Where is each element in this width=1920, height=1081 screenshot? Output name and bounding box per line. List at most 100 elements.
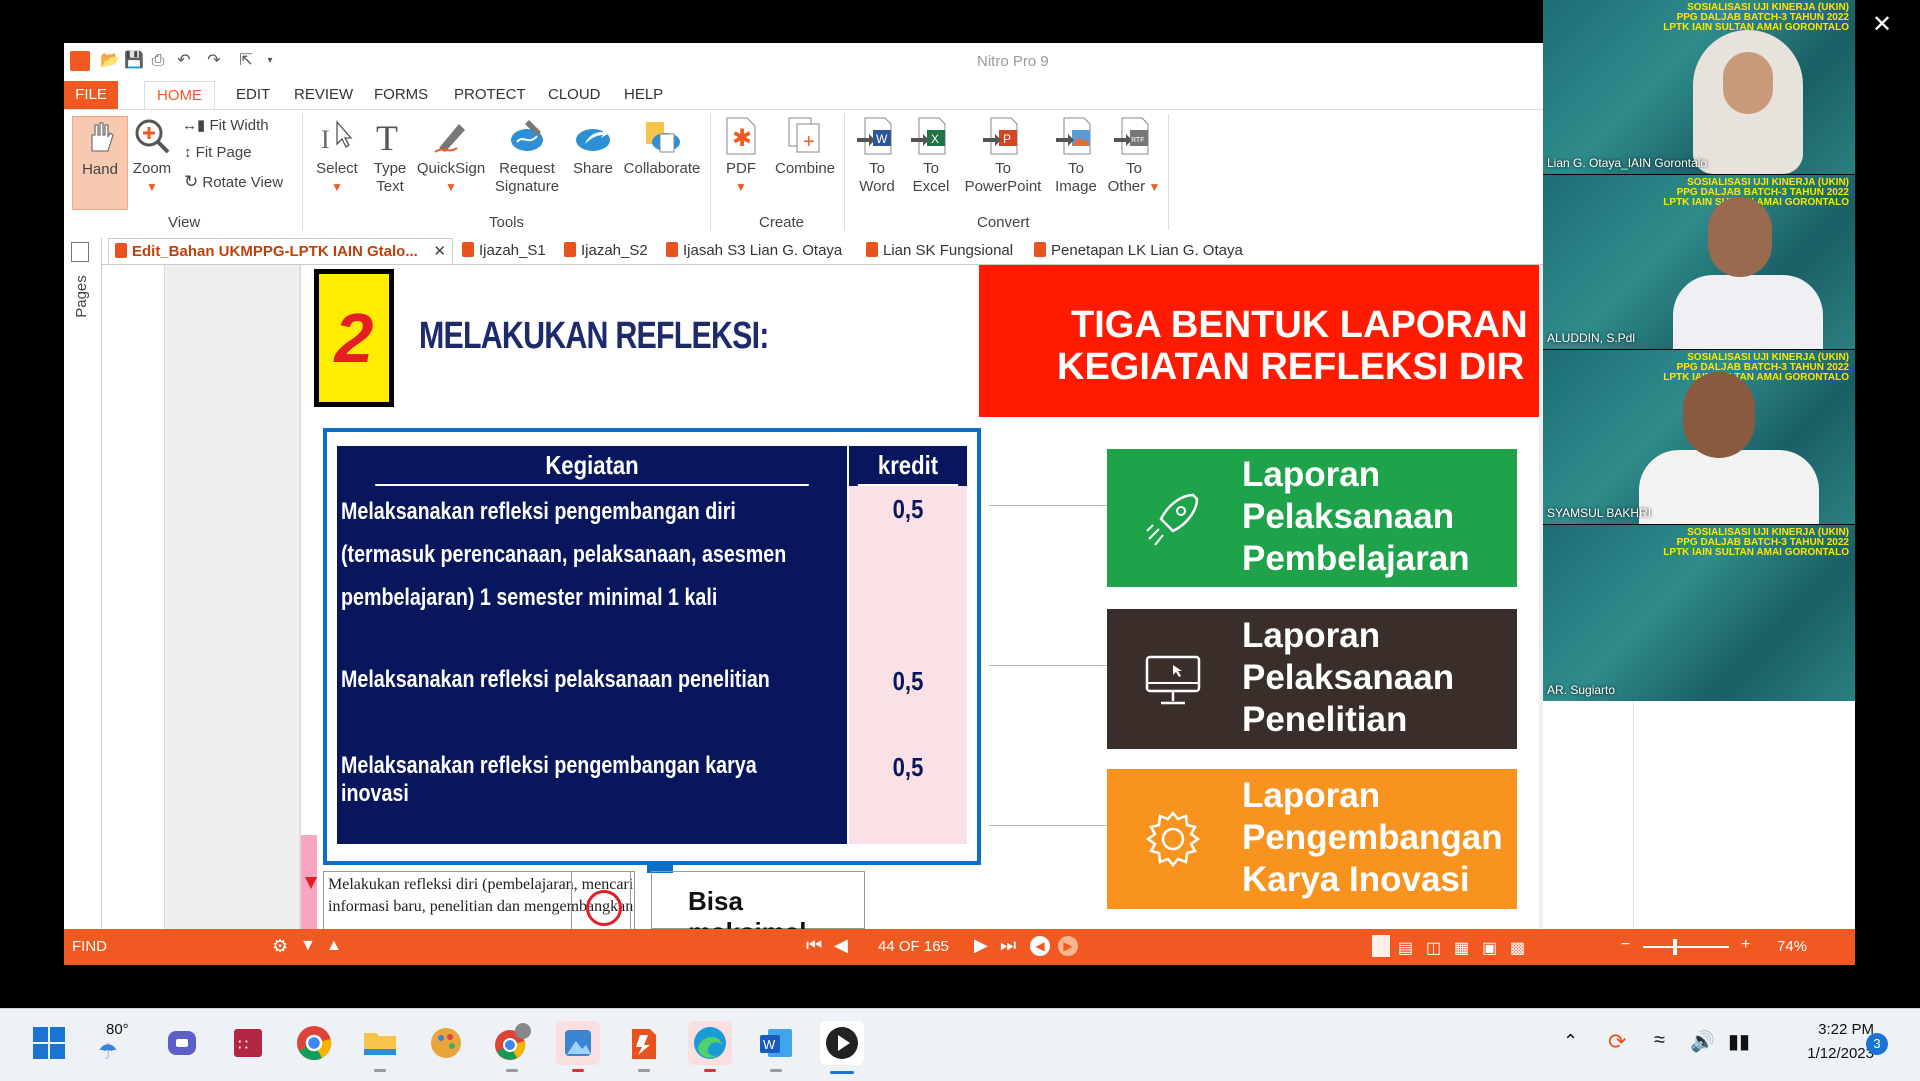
clock-date[interactable]: 1/12/2023	[1776, 1045, 1874, 1062]
first-page-icon[interactable]: ⏮	[806, 935, 822, 956]
word-taskbar-icon[interactable]: W	[754, 1021, 798, 1065]
zoom-level[interactable]: 74%	[1777, 938, 1807, 955]
continuous-view-icon[interactable]: ▤	[1398, 938, 1413, 958]
kredit-table-frame: Kegiatan kredit Melaksanakan refleksi pe…	[323, 428, 981, 865]
facing-view-icon[interactable]: ◫	[1426, 938, 1441, 958]
combine-button[interactable]: + Combine	[770, 116, 840, 178]
hand-button[interactable]: Hand	[72, 116, 128, 210]
to-excel-button[interactable]: X To Excel	[906, 116, 956, 196]
pdf-page[interactable]: 2 MELAKUKAN REFLEKSI: TIGA BENTUK LAPORA…	[299, 265, 1539, 965]
menu-cloud[interactable]: CLOUD	[536, 81, 613, 109]
weather-widget-icon[interactable]: 80° ☂	[92, 1021, 136, 1065]
media-player-icon[interactable]	[820, 1021, 864, 1065]
show-hidden-icons-icon[interactable]: ⌃	[1563, 1031, 1578, 1052]
select-label: Select	[316, 160, 358, 177]
card-3-line-2: Pengembangan	[1242, 818, 1503, 857]
open-folder-icon[interactable]: 📂	[100, 51, 120, 71]
to-powerpoint-button[interactable]: P To PowerPoint	[960, 116, 1046, 196]
zoom-slider-handle[interactable]	[1673, 939, 1677, 955]
notification-badge[interactable]: 3	[1866, 1033, 1888, 1055]
pdf-button[interactable]: ✱ PDF ▼	[718, 116, 764, 196]
facing-continuous-view-icon[interactable]: ▦	[1454, 938, 1469, 958]
previous-page-icon[interactable]: ◀	[834, 935, 848, 956]
sync-icon[interactable]: ⟳	[1608, 1029, 1626, 1055]
video-tile[interactable]: SOSIALISASI UJI KINERJA (UKIN) PPG DALJAB…	[1543, 175, 1855, 349]
video-tile[interactable]: SOSIALISASI UJI KINERJA (UKIN) PPG DALJAB…	[1543, 0, 1855, 174]
edge-browser-icon[interactable]	[688, 1021, 732, 1065]
paint-app-icon[interactable]	[424, 1021, 468, 1065]
menu-review[interactable]: REVIEW	[282, 81, 365, 109]
save-icon[interactable]: 💾	[124, 51, 144, 71]
video-tile[interactable]: SOSIALISASI UJI KINERJA (UKIN) PPG DALJAB…	[1543, 525, 1855, 701]
single-page-view-icon[interactable]	[1372, 935, 1390, 957]
zoom-button[interactable]: Zoom ▼	[130, 116, 174, 196]
last-page-icon[interactable]: ⏭	[1000, 935, 1016, 956]
forward-view-icon[interactable]: ▶	[1058, 936, 1078, 956]
menu-edit[interactable]: EDIT	[224, 81, 282, 109]
next-page-icon[interactable]: ▶	[974, 935, 988, 956]
share-button[interactable]: Share	[568, 116, 618, 178]
print-icon[interactable]: ⎙	[148, 51, 168, 71]
zoom-out-icon[interactable]: −	[1621, 936, 1630, 954]
menu-forms[interactable]: FORMS	[362, 81, 440, 109]
pages-panel-label[interactable]: Pages	[73, 275, 90, 318]
to-word-button[interactable]: W To Word	[852, 116, 902, 196]
doc-tab[interactable]: Ijazah_S2	[564, 242, 648, 259]
select-button[interactable]: I Select ▼	[310, 116, 364, 196]
clock-time[interactable]: 3:22 PM	[1790, 1021, 1874, 1038]
menu-file[interactable]: FILE	[64, 81, 118, 109]
type-text-button[interactable]: T Type Text	[368, 116, 412, 196]
find-previous-icon[interactable]: ▲	[326, 937, 342, 955]
battery-icon[interactable]: ▮▮	[1728, 1029, 1750, 1054]
video-tile[interactable]: SOSIALISASI UJI KINERJA (UKIN) PPG DALJAB…	[1543, 350, 1855, 524]
file-explorer-icon[interactable]	[358, 1021, 402, 1065]
to-other-button[interactable]: RTF To Other ▼	[1106, 116, 1162, 196]
select-tool-icon[interactable]: ⇱	[236, 51, 256, 71]
zoom-slider-track[interactable]	[1643, 946, 1729, 948]
teams-chat-icon[interactable]	[160, 1021, 204, 1065]
page-indicator[interactable]: 44 OF 165	[878, 938, 949, 955]
fit-width-button[interactable]: ↔▮ Fit Width	[182, 116, 269, 134]
svg-text:+: +	[803, 131, 815, 153]
start-menu-icon[interactable]	[27, 1021, 71, 1065]
office-app-icon[interactable]: ∷	[226, 1021, 270, 1065]
fit-page-button[interactable]: ↕ Fit Page	[184, 144, 252, 161]
chrome-profile-icon[interactable]	[490, 1021, 534, 1065]
nitro-logo-icon[interactable]	[70, 51, 90, 71]
doc-tab-active[interactable]: Edit_Bahan UKMPPG-LPTK IAIN Gtalo... ✕	[108, 238, 453, 264]
table-row-3-kegiatan: Melaksanakan refleksi pengembangan karya…	[341, 752, 757, 807]
app-running-indicator	[572, 1069, 584, 1072]
to-image-button[interactable]: To Image	[1048, 116, 1104, 196]
menu-home[interactable]: HOME	[144, 81, 215, 111]
collaborate-button[interactable]: Collaborate	[620, 116, 704, 178]
undo-icon[interactable]: ↶	[174, 51, 194, 71]
zoom-in-icon[interactable]: +	[1741, 936, 1750, 954]
photos-app-icon[interactable]	[556, 1021, 600, 1065]
doc-tab[interactable]: Ijazah_S1	[462, 242, 546, 259]
close-icon[interactable]: ✕	[1872, 10, 1892, 39]
fit-screen-icon[interactable]: ▣	[1482, 938, 1497, 958]
rotate-view-button[interactable]: ↻ Rotate View	[184, 172, 283, 192]
back-view-icon[interactable]: ◀	[1030, 936, 1050, 956]
menu-protect[interactable]: PROTECT	[442, 81, 538, 109]
quicksign-button[interactable]: QuickSign ▼	[416, 116, 486, 196]
customize-toolbar-icon[interactable]: ▾	[260, 51, 280, 71]
request-signature-button[interactable]: Request Signature	[490, 116, 564, 196]
doc-tab[interactable]: Penetapan LK Lian G. Otaya	[1034, 242, 1243, 259]
wifi-icon[interactable]: ≈	[1654, 1029, 1665, 1052]
close-tab-icon[interactable]: ✕	[433, 239, 446, 265]
find-label[interactable]: FIND	[72, 938, 107, 955]
fullscreen-icon[interactable]: ▩	[1510, 938, 1525, 958]
doc-tab[interactable]: Lian SK Fungsional	[866, 242, 1013, 259]
nitro-pdf-taskbar-icon[interactable]	[622, 1021, 666, 1065]
chrome-icon[interactable]	[292, 1021, 336, 1065]
menu-help[interactable]: HELP	[612, 81, 675, 109]
find-settings-gear-icon[interactable]: ⚙	[272, 936, 288, 957]
doc-tab[interactable]: Ijasah S3 Lian G. Otaya	[666, 242, 842, 259]
request-signature-label-2: Signature	[494, 178, 560, 195]
find-next-icon[interactable]: ▼	[300, 937, 316, 955]
volume-icon[interactable]: 🔊	[1690, 1029, 1715, 1054]
redo-icon[interactable]: ↷	[204, 51, 224, 71]
zoom-controls: − + 74%	[1543, 929, 1855, 965]
pages-panel-icon[interactable]	[71, 242, 89, 262]
